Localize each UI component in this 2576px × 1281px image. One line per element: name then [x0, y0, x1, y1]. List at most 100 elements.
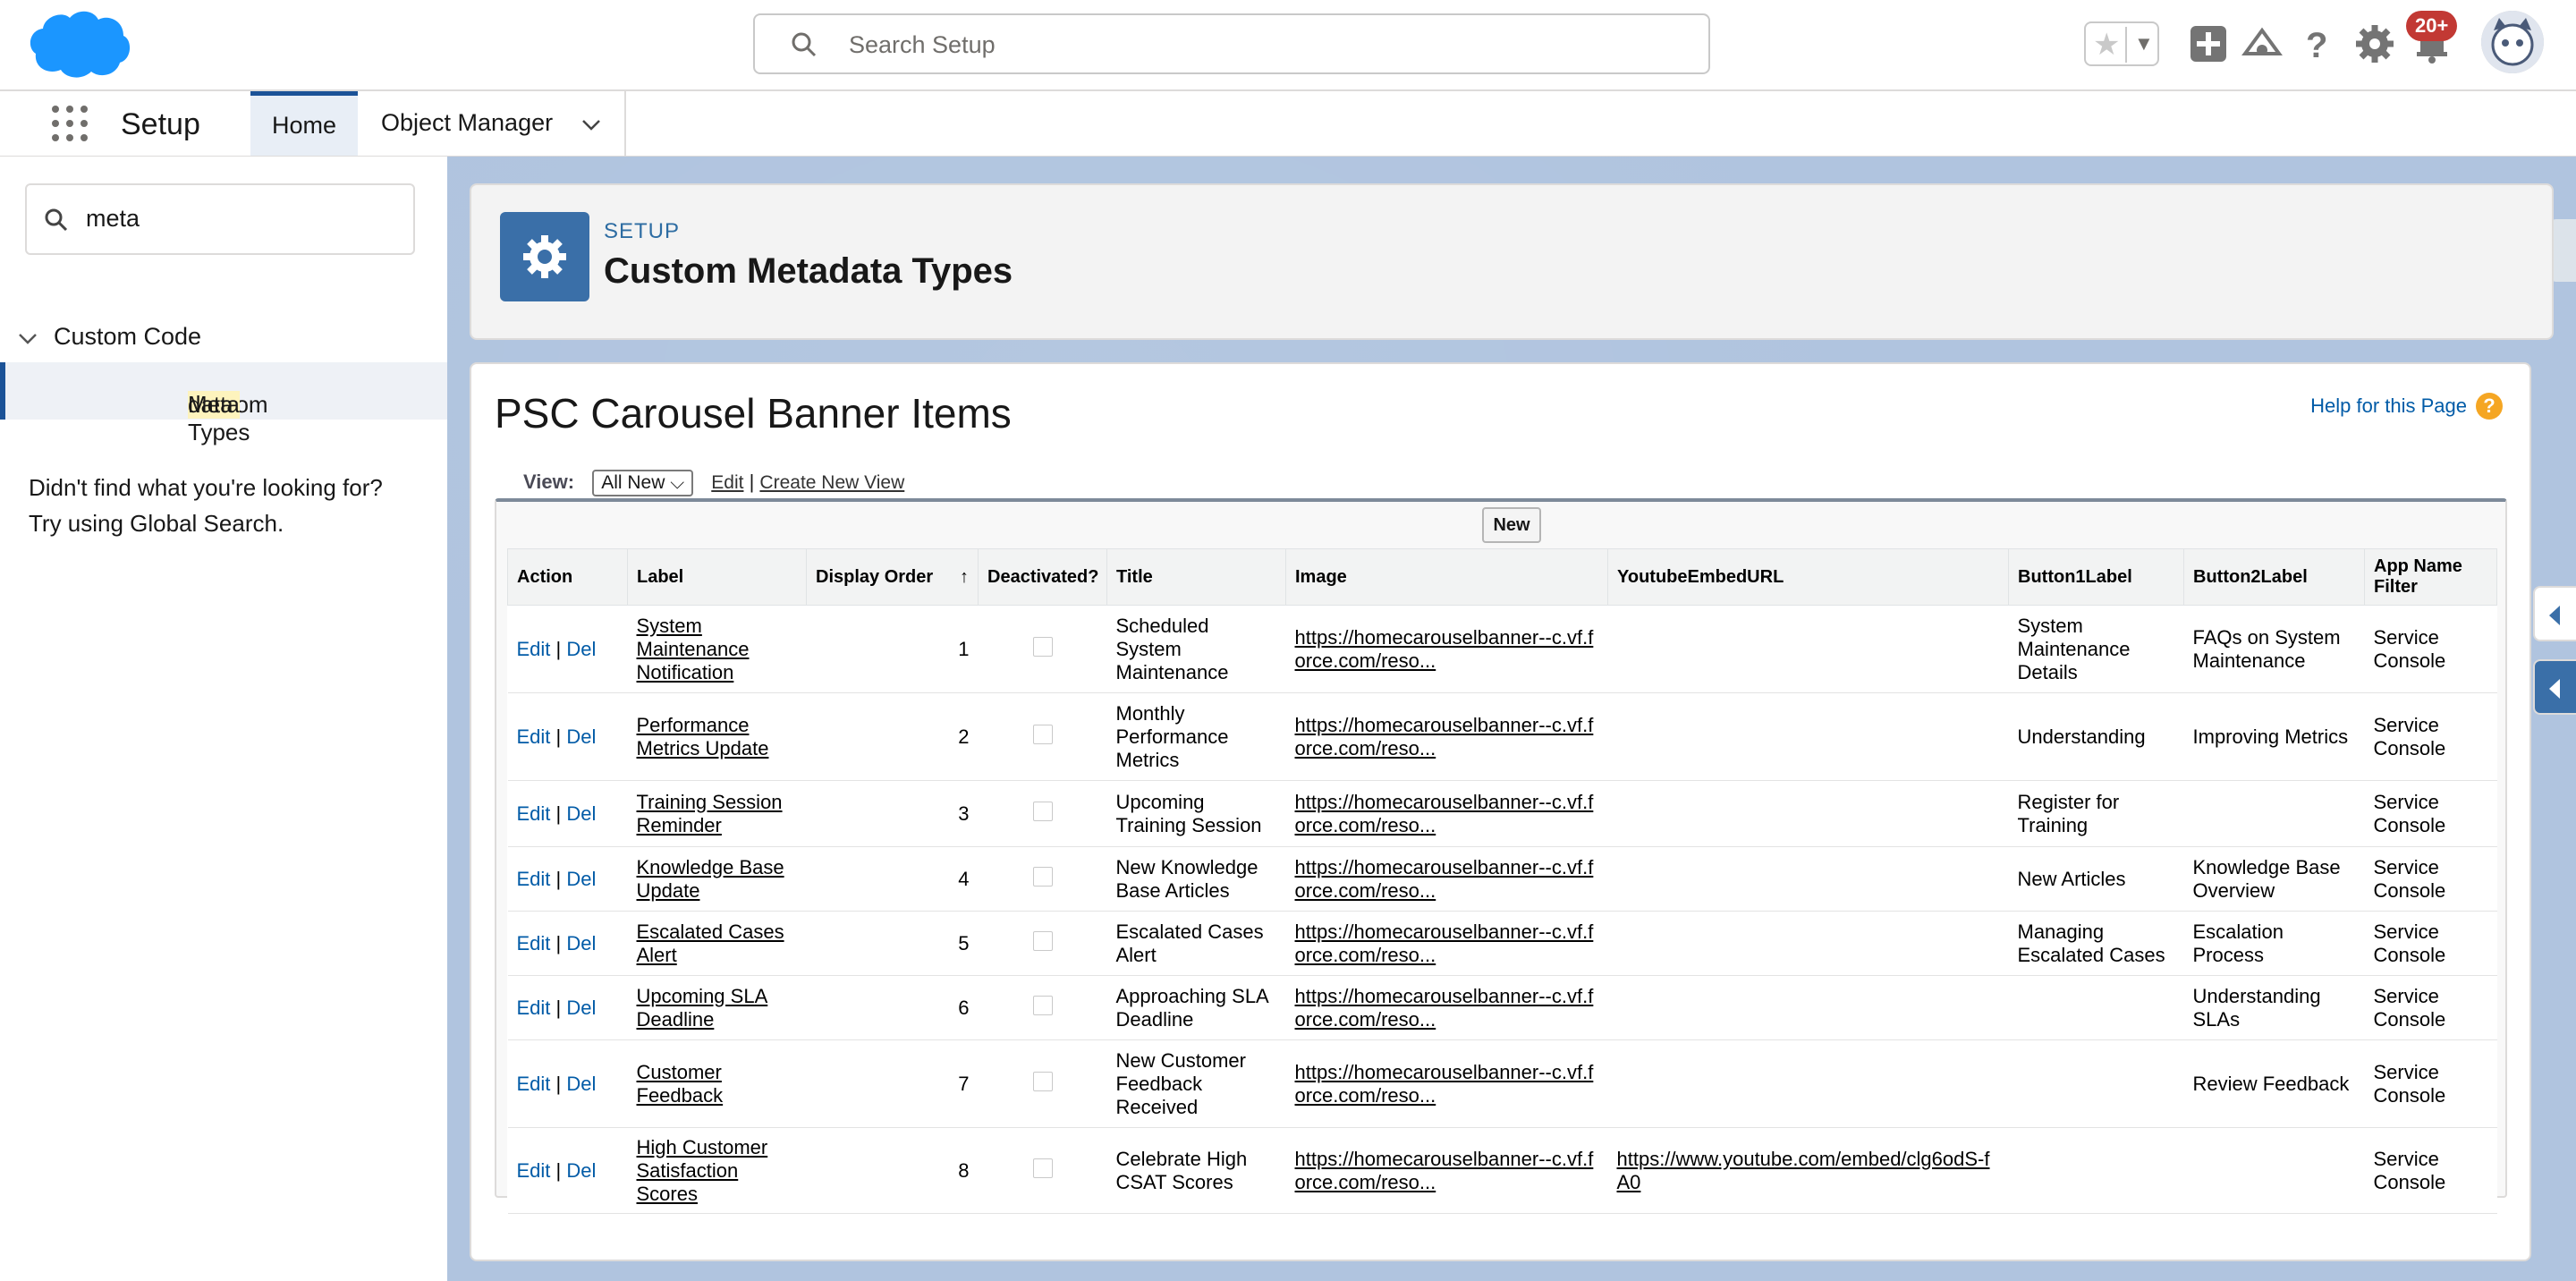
col-header-image[interactable]: Image	[1285, 548, 1608, 606]
chevron-down-icon[interactable]: ▼	[2134, 32, 2154, 55]
trailhead-icon[interactable]	[2241, 23, 2283, 64]
cell-youtube	[1607, 975, 2009, 1040]
cell-deactivated	[978, 911, 1107, 976]
image-url-link[interactable]: https://homecarouselbanner--c.vf.force.c…	[1295, 1148, 1594, 1193]
record-label-link[interactable]: Customer Feedback	[637, 1061, 724, 1107]
new-button[interactable]: New	[1482, 507, 1541, 543]
cell-button1: System Maintenance Details	[2008, 605, 2184, 693]
chevron-down-icon	[19, 334, 37, 344]
app-launcher-icon[interactable]	[50, 104, 89, 143]
delete-link[interactable]: Del	[566, 868, 596, 890]
utility-panel-toggle[interactable]	[2533, 586, 2576, 641]
gear-icon[interactable]	[2354, 23, 2395, 64]
cell-app-filter: Service Console	[2364, 911, 2497, 976]
col-header-display-order[interactable]: Display Order ↑	[806, 548, 979, 606]
favorites-button[interactable]: ★ ▼	[2084, 21, 2159, 66]
deactivated-checkbox	[1032, 801, 1053, 821]
quick-find-input[interactable]: meta	[25, 183, 415, 255]
sidebar-item-custom-metadata-types[interactable]: Custom Metadata Types	[0, 362, 447, 445]
col-header-button2[interactable]: Button2Label	[2183, 548, 2365, 606]
edit-link[interactable]: Edit	[517, 638, 551, 660]
image-url-link[interactable]: https://homecarouselbanner--c.vf.force.c…	[1295, 856, 1594, 902]
image-url-link[interactable]: https://homecarouselbanner--c.vf.force.c…	[1295, 920, 1594, 966]
record-label-link[interactable]: Escalated Cases Alert	[637, 920, 784, 966]
cell-button1	[2008, 1039, 2184, 1128]
record-label-link[interactable]: Upcoming SLA Deadline	[637, 985, 768, 1031]
cell-title: New Customer Feedback Received	[1106, 1039, 1286, 1128]
deactivated-checkbox	[1032, 636, 1053, 657]
app-nav-bar: Setup Home Object Manager	[0, 91, 2576, 157]
create-new-view-link[interactable]: Create New View	[759, 472, 904, 493]
cell-image: https://homecarouselbanner--c.vf.force.c…	[1285, 1127, 1608, 1214]
delete-link[interactable]: Del	[566, 725, 596, 748]
youtube-url-link[interactable]: https://www.youtube.com/embed/clg6odS-fA…	[1617, 1148, 1990, 1193]
row-actions: Edit | Del	[507, 911, 628, 976]
delete-link[interactable]: Del	[566, 638, 596, 660]
star-icon: ★	[2093, 28, 2121, 62]
delete-link[interactable]: Del	[566, 802, 596, 825]
edit-link[interactable]: Edit	[517, 725, 551, 748]
setup-sidebar: meta Custom Code Custom Metadata Types D…	[0, 157, 447, 1281]
image-url-link[interactable]: https://homecarouselbanner--c.vf.force.c…	[1295, 1061, 1594, 1107]
record-label-link[interactable]: High Customer Satisfaction Scores	[637, 1136, 768, 1205]
cell-youtube	[1607, 605, 2009, 693]
col-header-deactivated[interactable]: Deactivated?	[978, 548, 1107, 606]
edit-link[interactable]: Edit	[517, 1073, 551, 1095]
cell-deactivated	[978, 1039, 1107, 1128]
tab-home[interactable]: Home	[250, 91, 358, 156]
image-url-link[interactable]: https://homecarouselbanner--c.vf.force.c…	[1295, 985, 1594, 1031]
utility-panel-toggle-active[interactable]	[2533, 659, 2576, 715]
cell-youtube	[1607, 911, 2009, 976]
view-select[interactable]: All New ⌵	[592, 470, 694, 496]
cell-youtube: https://www.youtube.com/embed/clg6odS-fA…	[1607, 1127, 2009, 1214]
col-header-action: Action	[507, 548, 628, 606]
chevron-left-icon	[2549, 606, 2560, 625]
table-row: Edit | Del Escalated Cases Alert 5 Escalate…	[507, 911, 2497, 976]
col-header-youtube[interactable]: YoutubeEmbedURL	[1607, 548, 2009, 606]
search-icon	[45, 208, 68, 232]
image-url-link[interactable]: https://homecarouselbanner--c.vf.force.c…	[1295, 714, 1594, 759]
col-header-button1[interactable]: Button1Label	[2008, 548, 2184, 606]
edit-link[interactable]: Edit	[517, 997, 551, 1019]
delete-link[interactable]: Del	[566, 1159, 596, 1182]
cell-title: Escalated Cases Alert	[1106, 911, 1286, 976]
user-avatar[interactable]	[2481, 11, 2544, 73]
record-label-link[interactable]: Performance Metrics Update	[637, 714, 769, 759]
cell-display-order: 6	[806, 975, 979, 1040]
cell-app-filter: Service Console	[2364, 846, 2497, 912]
image-url-link[interactable]: https://homecarouselbanner--c.vf.force.c…	[1295, 791, 1594, 836]
help-link[interactable]: Help for this Page?	[2310, 393, 2503, 420]
image-url-link[interactable]: https://homecarouselbanner--c.vf.force.c…	[1295, 626, 1594, 672]
col-header-label[interactable]: Label	[627, 548, 807, 606]
chevron-left-icon	[2549, 679, 2560, 699]
cell-youtube	[1607, 780, 2009, 847]
cell-label: Performance Metrics Update	[627, 692, 807, 781]
edit-link[interactable]: Edit	[517, 932, 551, 954]
salesforce-logo[interactable]	[27, 9, 132, 85]
help-icon[interactable]: ?	[2297, 23, 2338, 64]
tree-section-custom-code[interactable]: Custom Code	[0, 316, 447, 361]
table-header-row: Action Label Display Order ↑ Deactivated…	[507, 548, 2497, 606]
table-row: Edit | Del Upcoming SLA Deadline 6 Approach…	[507, 975, 2497, 1040]
svg-text:?: ?	[2306, 26, 2327, 64]
add-icon[interactable]	[2188, 23, 2229, 64]
record-label-link[interactable]: System Maintenance Notification	[637, 615, 750, 683]
cell-button1	[2008, 975, 2184, 1040]
tab-object-manager[interactable]: Object Manager	[358, 91, 626, 156]
table-row: Edit | Del Customer Feedback 7 New Customer…	[507, 1039, 2497, 1128]
edit-link[interactable]: Edit	[517, 868, 551, 890]
col-header-title[interactable]: Title	[1106, 548, 1286, 606]
cell-display-order: 1	[806, 605, 979, 693]
delete-link[interactable]: Del	[566, 932, 596, 954]
edit-view-link[interactable]: Edit	[711, 472, 743, 493]
global-header: Search Setup ★ ▼ ? 20+	[0, 0, 2576, 91]
record-label-link[interactable]: Training Session Reminder	[637, 791, 783, 836]
delete-link[interactable]: Del	[566, 997, 596, 1019]
delete-link[interactable]: Del	[566, 1073, 596, 1095]
record-label-link[interactable]: Knowledge Base Update	[637, 856, 784, 902]
chevron-down-icon[interactable]	[580, 113, 603, 136]
global-search-input[interactable]: Search Setup	[753, 13, 1710, 74]
edit-link[interactable]: Edit	[517, 802, 551, 825]
edit-link[interactable]: Edit	[517, 1159, 551, 1182]
col-header-app-filter[interactable]: App Name Filter	[2364, 548, 2497, 606]
